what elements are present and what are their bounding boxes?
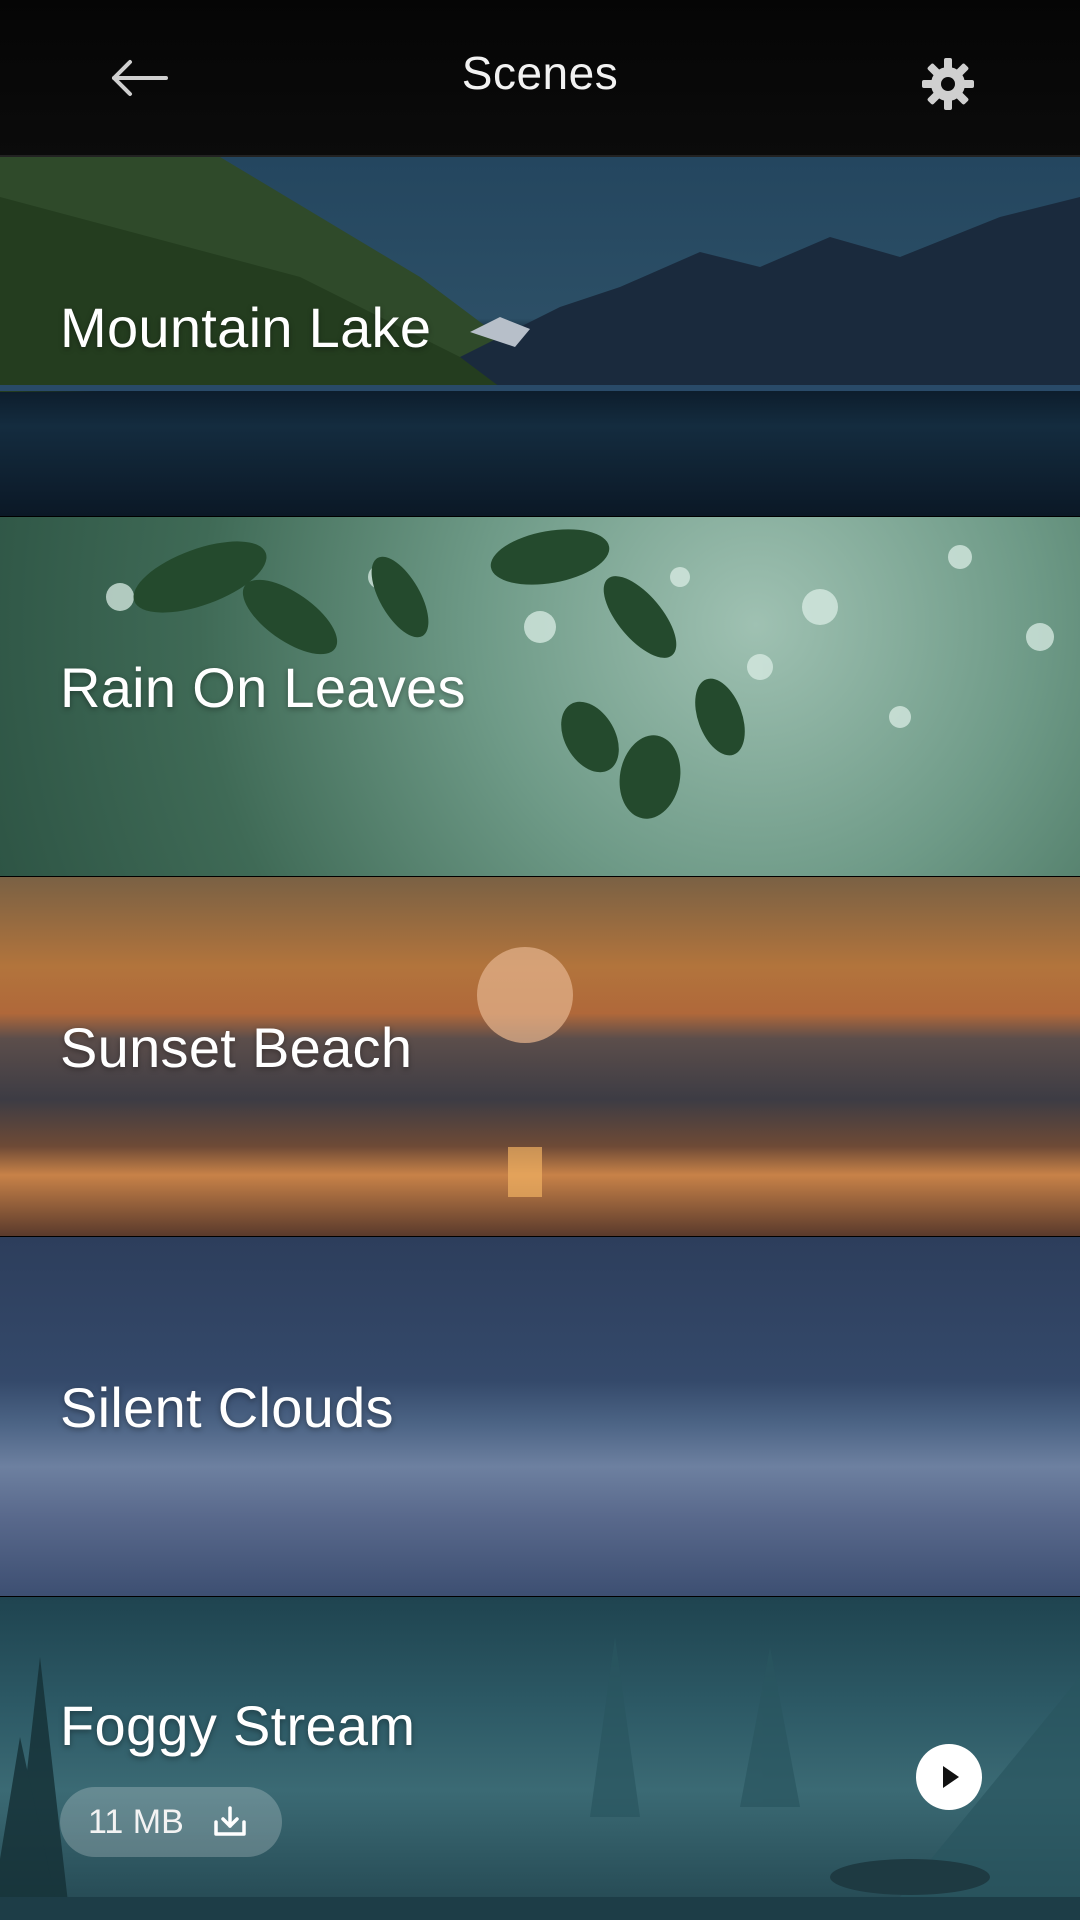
gear-icon xyxy=(922,58,974,110)
settings-button[interactable] xyxy=(912,48,984,120)
scene-title: Sunset Beach xyxy=(60,1016,413,1079)
scene-mountain-lake[interactable]: Mountain Lake xyxy=(0,157,1080,516)
top-bar: Scenes xyxy=(0,0,1080,157)
scene-title: Silent Clouds xyxy=(60,1376,394,1439)
download-icon xyxy=(212,1804,248,1840)
play-button[interactable] xyxy=(916,1744,982,1810)
file-size: 11 MB xyxy=(88,1802,184,1841)
scene-title: Mountain Lake xyxy=(60,296,432,359)
forest-graphic xyxy=(0,1637,1080,1920)
app-root: Scenes Mountain Lake Rain On Leaves Suns… xyxy=(0,0,1080,1920)
scene-silent-clouds[interactable]: Silent Clouds xyxy=(0,1237,1080,1596)
scene-sunset-beach[interactable]: Sunset Beach xyxy=(0,877,1080,1236)
scene-rain-on-leaves[interactable]: Rain On Leaves xyxy=(0,517,1080,876)
download-size-badge[interactable]: 11 MB xyxy=(60,1787,282,1857)
scene-foggy-stream[interactable]: Foggy Stream xyxy=(0,1597,1080,1920)
play-icon xyxy=(943,1766,959,1788)
scene-title: Foggy Stream xyxy=(60,1694,416,1757)
scene-title: Rain On Leaves xyxy=(60,656,466,719)
